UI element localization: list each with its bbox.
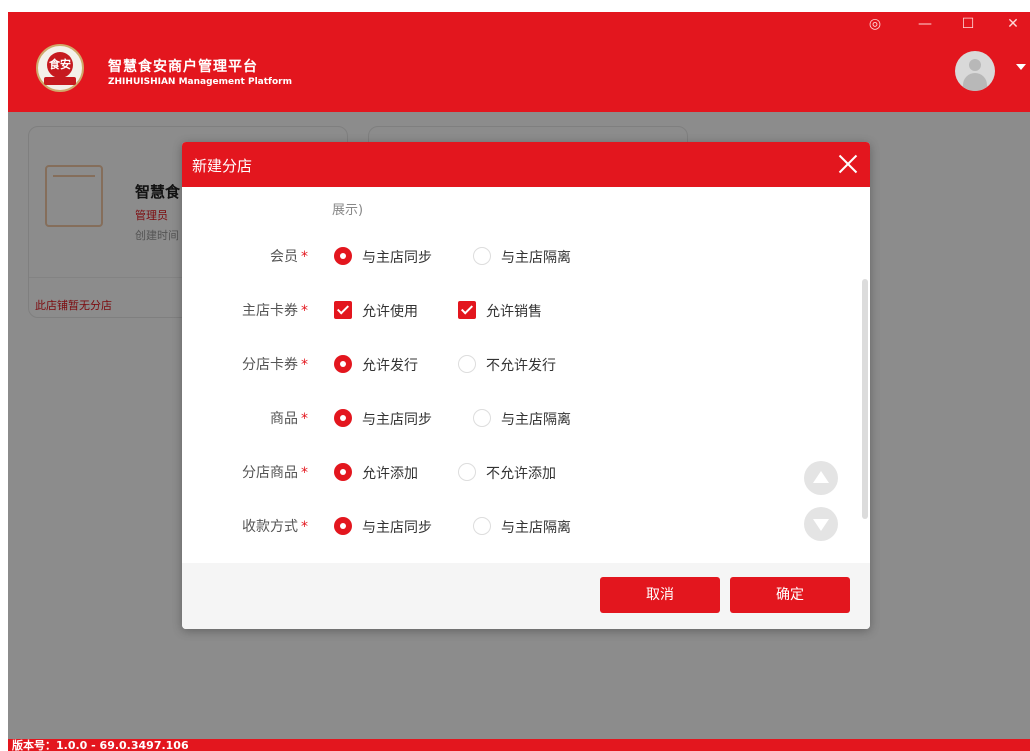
scroll-up-icon[interactable] (804, 461, 838, 495)
option-label: 与主店同步 (362, 250, 432, 266)
app-header: 食安 智慧食安商户管理平台 ZHIHUISHIAN Management Pla… (8, 12, 1030, 112)
radio-checked-icon (334, 355, 352, 373)
maximize-icon[interactable]: ☐ (958, 16, 978, 32)
form-row-payment: 收款方式 * 与主店同步 与主店隔离 (182, 514, 862, 538)
close-icon[interactable] (836, 152, 860, 176)
row-label: 分店商品 * (242, 462, 308, 482)
row-label: 会员 * (270, 246, 308, 266)
row-label-text: 收款方式 (242, 519, 298, 535)
row-label-text: 分店商品 (242, 465, 298, 481)
radio-unchecked-icon (458, 463, 476, 481)
checkbox-checked-icon (458, 301, 476, 319)
logo-mark: 食安 (47, 52, 73, 78)
chevron-down-icon[interactable] (1016, 64, 1026, 70)
settings-icon[interactable]: ◎ (865, 16, 885, 32)
option-label: 与主店同步 (362, 520, 432, 536)
dialog-footer: 取消 确定 (182, 563, 870, 629)
radio-checked-icon (334, 247, 352, 265)
row-label: 主店卡券 * (242, 300, 308, 320)
hint-text: 展示) (332, 203, 364, 218)
radio-checked-icon (334, 409, 352, 427)
radio-unchecked-icon (458, 355, 476, 373)
form-row-branch-coupon: 分店卡券 * 允许发行 不允许发行 (182, 352, 862, 376)
option-label: 允许使用 (362, 304, 418, 320)
radio-checked-icon (334, 517, 352, 535)
required-mark: * (301, 357, 308, 373)
version-text: 版本号：1.0.0 - 69.0.3497.106 (12, 739, 189, 751)
radio-unchecked-icon (473, 409, 491, 427)
option-label: 允许销售 (486, 304, 542, 320)
option-label: 与主店隔离 (501, 520, 571, 536)
required-mark: * (301, 249, 308, 265)
form-row-member: 会员 * 与主店同步 与主店隔离 (182, 244, 862, 268)
dialog-body: 展示) 会员 * 与主店同步 与主店隔离 主店卡券 * 允许使用 允许销售 分店卡券… (182, 187, 870, 563)
required-mark: * (301, 519, 308, 535)
confirm-button[interactable]: 确定 (730, 577, 850, 613)
row-label-text: 会员 (270, 249, 298, 265)
logo-band (44, 77, 76, 85)
option-label: 不允许发行 (486, 358, 556, 374)
row-label: 商品 * (270, 408, 308, 428)
logo: 食安 (36, 44, 84, 92)
option-label: 与主店隔离 (501, 412, 571, 428)
row-label-text: 主店卡券 (242, 303, 298, 319)
option-label: 与主店同步 (362, 412, 432, 428)
form-row-branch-goods: 分店商品 * 允许添加 不允许添加 (182, 460, 862, 484)
dialog-title: 新建分店 (192, 157, 253, 175)
form-row-main-coupon: 主店卡券 * 允许使用 允许销售 (182, 298, 862, 322)
required-mark: * (301, 303, 308, 319)
avatar-body (963, 73, 987, 91)
scrollbar[interactable] (862, 279, 868, 519)
option-label: 允许添加 (362, 466, 418, 482)
option-label: 不允许添加 (486, 466, 556, 482)
radio-unchecked-icon (473, 247, 491, 265)
minimize-icon[interactable]: — (915, 16, 935, 32)
avatar[interactable] (955, 51, 995, 91)
radio-checked-icon (334, 463, 352, 481)
form-row-goods: 商品 * 与主店同步 与主店隔离 (182, 406, 862, 430)
row-label-text: 商品 (270, 411, 298, 427)
new-branch-dialog: 新建分店 展示) 会员 * 与主店同步 与主店隔离 主店卡券 * 允许使用 允许销售… (182, 142, 870, 629)
row-label: 收款方式 * (242, 516, 308, 536)
radio-unchecked-icon (473, 517, 491, 535)
required-mark: * (301, 465, 308, 481)
scroll-down-icon[interactable] (804, 507, 838, 541)
cancel-button[interactable]: 取消 (600, 577, 720, 613)
row-label-text: 分店卡券 (242, 357, 298, 373)
option-label: 与主店隔离 (501, 250, 571, 266)
required-mark: * (301, 411, 308, 427)
option-label: 允许发行 (362, 358, 418, 374)
brand-title: 智慧食安商户管理平台 (108, 59, 258, 75)
status-bar: 版本号：1.0.0 - 69.0.3497.106 (8, 739, 1030, 751)
row-label: 分店卡券 * (242, 354, 308, 374)
brand-subtitle: ZHIHUISHIAN Management Platform (108, 77, 292, 87)
dialog-header: 新建分店 (182, 142, 870, 187)
avatar-head (969, 59, 981, 71)
close-window-icon[interactable]: ✕ (1003, 16, 1023, 32)
checkbox-checked-icon (334, 301, 352, 319)
